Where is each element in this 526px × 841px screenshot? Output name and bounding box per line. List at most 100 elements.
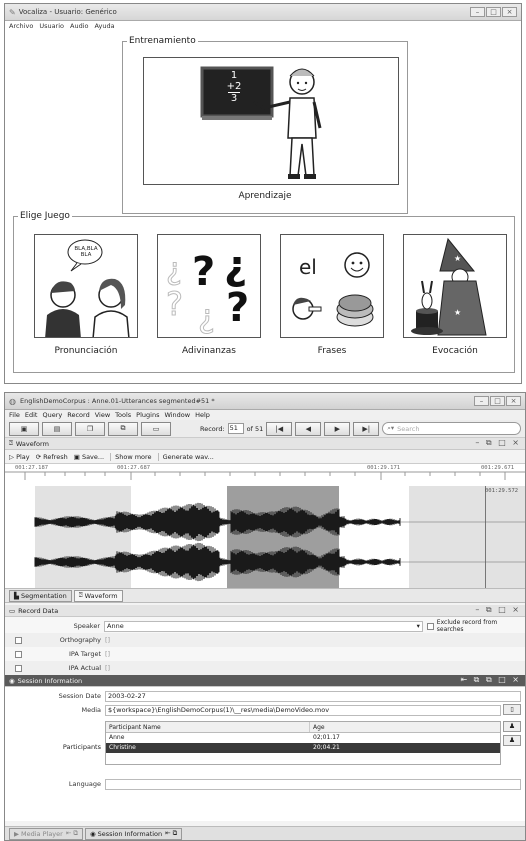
participant-age: 20;04.21 — [313, 744, 340, 751]
duplicate-icon: ❐ — [86, 424, 94, 433]
tier-lock-checkbox[interactable] — [15, 636, 22, 644]
duplicate-record-button[interactable]: ❐ — [75, 421, 105, 436]
svg-text:?: ? — [166, 285, 183, 323]
minimize-button[interactable]: – — [470, 7, 485, 17]
menu-bar: Archivo Usuario Audio Ayuda — [5, 21, 521, 31]
record-data-icon: ▭ — [9, 606, 16, 615]
svg-text:?: ? — [192, 249, 215, 295]
game-card-pronunciacion[interactable]: BLA,BLA BLA — [34, 234, 138, 338]
save-session-button[interactable]: ▣ — [9, 421, 39, 436]
first-record-button[interactable]: |◀ — [266, 421, 293, 436]
add-record-button[interactable]: ▤ — [42, 421, 72, 436]
training-legend: Entrenamiento — [129, 36, 196, 46]
generate-wav-button[interactable]: Generate wav... — [157, 452, 214, 461]
tab-media-player-label: Media Player — [21, 829, 63, 838]
tab-session-information-label: Session Information — [97, 829, 163, 838]
menu-usuario[interactable]: Usuario — [39, 22, 64, 30]
participants-table: Participant Name Age Anne 02;01.17 Chris… — [105, 721, 501, 765]
previous-record-button[interactable]: ◀ — [295, 421, 322, 436]
menu-archivo[interactable]: Archivo — [9, 22, 33, 30]
vocaliza-titlebar: ✎ Vocaliza - Usuario: Genérico – □ × — [5, 4, 521, 21]
save-icon: ▣ — [20, 424, 28, 433]
browse-media-button[interactable]: ▯ — [503, 704, 521, 715]
last-record-button[interactable]: ▶| — [353, 421, 380, 436]
language-field[interactable] — [105, 778, 521, 790]
tier-value[interactable]: [] — [105, 636, 110, 644]
menu-audio[interactable]: Audio — [70, 22, 88, 30]
play-button[interactable]: ▷ Play — [9, 453, 30, 461]
record-total: of 51 — [246, 424, 264, 433]
phon-titlebar: ◍ EnglishDemoCorpus : Anne.01-Utterances… — [5, 393, 525, 410]
search-placeholder: Search — [397, 424, 420, 433]
tier-lock-checkbox[interactable] — [15, 664, 22, 672]
game-card-adivinanzas[interactable]: ¿ ? ¿ ? ¿ ? — [157, 234, 261, 338]
tab-segmentation[interactable]: ▙ Segmentation — [9, 589, 72, 602]
save-wav-button[interactable]: ▣ Save... — [74, 453, 104, 461]
tab-session-information[interactable]: ◉ Session Information ⇤ ⧉ — [84, 827, 183, 840]
session-date-field[interactable]: 2003-02-27 — [105, 690, 521, 702]
maximize-button[interactable]: □ — [490, 396, 505, 406]
tab-waveform[interactable]: ⍰ Waveform — [73, 589, 123, 602]
panel-window-icons[interactable]: – ⧉ □ × — [475, 605, 521, 615]
menu-help[interactable]: Help — [195, 411, 210, 419]
participant-age: 02;01.17 — [313, 734, 340, 741]
play-icon: ▷ — [9, 452, 14, 461]
minimize-button[interactable]: – — [474, 396, 489, 406]
waveform-area[interactable]: 001:27.187 001:27.687 001:29.171 001:29.… — [5, 464, 525, 589]
show-more-button[interactable]: Show more — [110, 452, 152, 461]
menu-tools[interactable]: Tools — [115, 411, 131, 419]
aprendizaje-card[interactable]: 1 +2 3 — [143, 57, 399, 185]
refresh-button[interactable]: ⟳ Refresh — [36, 453, 68, 461]
wizard-illustration: ★ ★ — [411, 237, 487, 336]
main-toolbar: ▣ ▤ ❐ ⧉ ▭ Record: 51 of 51 |◀ ◀ ▶ ▶| ⌕▾ … — [5, 420, 525, 438]
record-data-body: Speaker Anne ▾ Exclude record from searc… — [5, 617, 525, 675]
maximize-button[interactable]: □ — [486, 7, 501, 17]
menu-edit[interactable]: Edit — [25, 411, 38, 419]
next-record-button[interactable]: ▶ — [324, 421, 351, 436]
move-record-button[interactable]: ⧉ — [108, 421, 138, 436]
search-field[interactable]: ⌕▾ Search — [382, 422, 521, 435]
tier-lock-checkbox[interactable] — [15, 650, 22, 658]
game-label-frases: Frases — [317, 346, 347, 356]
menu-file[interactable]: File — [9, 411, 20, 419]
audio-waveform — [34, 502, 525, 582]
column-header-age[interactable]: Age — [310, 722, 500, 732]
menu-plugins[interactable]: Plugins — [136, 411, 159, 419]
add-participant-button[interactable]: ♟ — [503, 721, 521, 732]
menu-ayuda[interactable]: Ayuda — [95, 22, 115, 30]
panel-window-icons[interactable]: – ⧉ □ × — [475, 438, 521, 448]
session-date-label: Session Date — [58, 692, 101, 700]
panel-window-icons[interactable]: ⇤ ⧉ ⧉ □ × — [460, 675, 521, 685]
menu-window[interactable]: Window — [164, 411, 190, 419]
edit-participant-button[interactable]: ♟ — [503, 735, 521, 746]
games-legend: Elige Juego — [20, 211, 70, 221]
tier-value[interactable]: [] — [105, 664, 110, 672]
view-tabs: ▙ Segmentation ⍰ Waveform — [5, 589, 525, 603]
move-icon: ⧉ — [120, 424, 126, 432]
media-field[interactable]: ${workspace}\EnglishDemoCorpus(1)\__res\… — [105, 704, 501, 716]
menu-view[interactable]: View — [95, 411, 110, 419]
game-card-evocacion[interactable]: ★ ★ — [403, 234, 507, 338]
tab-waveform-label: Waveform — [84, 591, 118, 600]
person-icon: ♟ — [508, 736, 516, 744]
column-header-name[interactable]: Participant Name — [106, 722, 310, 732]
record-number-field[interactable]: 51 — [227, 423, 244, 434]
table-row[interactable]: Christine 20;04.21 — [106, 743, 500, 753]
speaker-select[interactable]: Anne ▾ — [104, 620, 423, 632]
refresh-label: Refresh — [43, 452, 68, 461]
game-card-frases[interactable]: el — [280, 234, 384, 338]
menu-query[interactable]: Query — [42, 411, 62, 419]
close-button[interactable]: × — [502, 7, 517, 17]
tab-media-player[interactable]: ▶ Media Player ⇤ ⧉ — [9, 827, 83, 840]
menu-record[interactable]: Record — [67, 411, 89, 419]
speech-bubble-text: BLA,BLA BLA — [74, 246, 98, 258]
media-icon: ▶ — [14, 829, 19, 838]
dock-tabs: ▶ Media Player ⇤ ⧉ ◉ Session Information ⇤ ⧉ — [5, 826, 525, 840]
board-line-1: 1 — [230, 70, 238, 81]
close-button[interactable]: × — [506, 396, 521, 406]
exclude-checkbox[interactable] — [426, 622, 434, 630]
table-row[interactable]: Anne 02;01.17 — [106, 733, 500, 743]
svg-text:¿: ¿ — [166, 252, 182, 287]
delete-record-button[interactable]: ▭ — [141, 421, 171, 436]
tier-value[interactable]: [] — [105, 650, 110, 658]
